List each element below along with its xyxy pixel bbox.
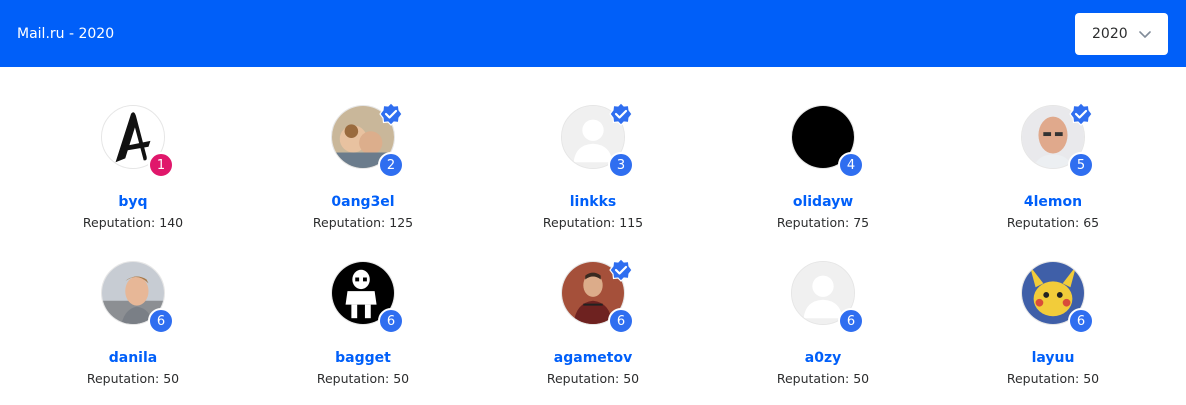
user-name-link[interactable]: olidayw [793,193,853,211]
user-name-link[interactable]: linkks [570,193,617,211]
rank-badge: 6 [378,308,404,334]
page-title: Mail.ru - 2020 [17,25,115,42]
user-card[interactable]: 2 0ang3el Reputation: 125 [248,102,478,250]
chevron-down-icon [1139,30,1151,38]
avatar-wrapper: 2 [331,102,404,178]
reputation-text: Reputation: 50 [86,371,180,386]
avatar-wrapper: 6 [101,261,174,334]
reputation-text: Reputation: 50 [776,371,870,386]
year-select[interactable]: 2020 [1075,12,1168,55]
user-name-link[interactable]: agametov [554,349,632,367]
rank-badge: 2 [378,152,404,178]
avatar-wrapper: 6 [1021,261,1094,334]
user-card[interactable]: 1 byq Reputation: 140 [18,105,248,250]
user-card[interactable]: 6 bagget Reputation: 50 [248,261,478,405]
rank-badge: 4 [838,152,864,178]
user-name-link[interactable]: bagget [335,349,391,367]
user-card[interactable]: 6 agametov Reputation: 50 [478,258,708,405]
avatar-wrapper: 3 [561,102,634,178]
avatar-wrapper: 6 [791,261,864,334]
avatar-wrapper: 6 [561,258,634,334]
avatar-wrapper: 1 [101,105,174,178]
reputation-text: Reputation: 75 [776,215,870,230]
user-card[interactable]: 6 a0zy Reputation: 50 [708,261,938,405]
rank-badge: 6 [608,308,634,334]
year-select-value: 2020 [1092,25,1128,42]
reputation-text: Reputation: 50 [546,371,640,386]
avatar-wrapper: 6 [331,261,404,334]
verified-badge-icon [1069,102,1093,126]
user-card[interactable]: 6 danila Reputation: 50 [18,261,248,405]
user-name-link[interactable]: a0zy [805,349,841,367]
reputation-text: Reputation: 65 [1006,215,1100,230]
verified-badge-icon [379,102,403,126]
rank-badge: 5 [1068,152,1094,178]
reputation-text: Reputation: 115 [542,215,644,230]
leaderboard-grid: 1 byq Reputation: 140 2 0ang3el Reputation: 1… [0,67,1186,405]
reputation-text: Reputation: 125 [312,215,414,230]
reputation-text: Reputation: 50 [316,371,410,386]
reputation-text: Reputation: 140 [82,215,184,230]
user-card[interactable]: 6 layuu Reputation: 50 [938,261,1168,405]
rank-badge: 6 [838,308,864,334]
verified-badge-icon [609,258,633,282]
user-card[interactable]: 3 linkks Reputation: 115 [478,102,708,250]
avatar-wrapper: 4 [791,105,864,178]
top-header: Mail.ru - 2020 2020 [0,0,1186,67]
rank-badge: 6 [1068,308,1094,334]
rank-badge: 6 [148,308,174,334]
user-card[interactable]: 4 olidayw Reputation: 75 [708,105,938,250]
user-name-link[interactable]: byq [118,193,147,211]
rank-badge: 1 [148,152,174,178]
reputation-text: Reputation: 50 [1006,371,1100,386]
user-card[interactable]: 5 4lemon Reputation: 65 [938,102,1168,250]
user-name-link[interactable]: 4lemon [1024,193,1082,211]
rank-badge: 3 [608,152,634,178]
avatar-wrapper: 5 [1021,102,1094,178]
user-name-link[interactable]: 0ang3el [331,193,394,211]
verified-badge-icon [609,102,633,126]
user-name-link[interactable]: danila [109,349,157,367]
user-name-link[interactable]: layuu [1032,349,1075,367]
